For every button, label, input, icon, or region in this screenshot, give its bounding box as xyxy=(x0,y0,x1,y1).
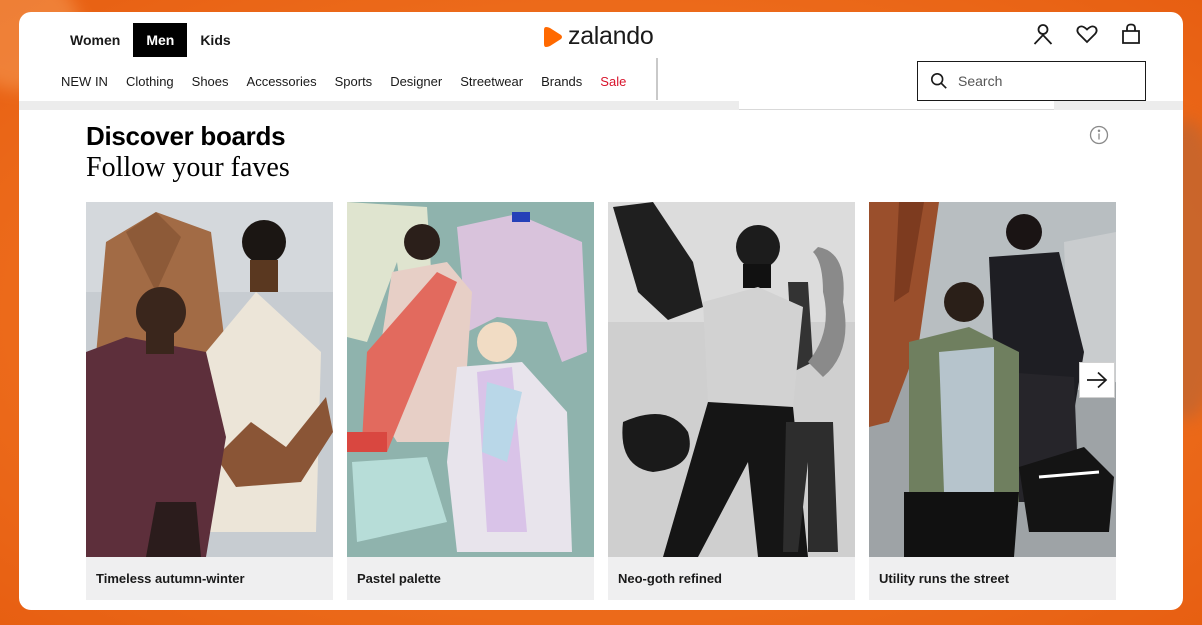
nav-brands[interactable]: Brands xyxy=(541,74,582,89)
board-card[interactable]: Utility runs the street xyxy=(869,202,1116,600)
autumn-winter-collage xyxy=(86,202,333,557)
nav-sale[interactable]: Sale xyxy=(600,74,626,89)
board-label: Utility runs the street xyxy=(879,571,1010,586)
zalando-play-logo-icon xyxy=(544,26,562,47)
search-icon xyxy=(930,72,947,89)
boards-carousel: Timeless autumn-winter Pastel palette Ne… xyxy=(86,202,1116,600)
board-label: Pastel palette xyxy=(357,571,441,586)
search-input[interactable] xyxy=(958,73,1118,89)
nav-new-in[interactable]: NEW IN xyxy=(61,74,108,89)
header-strip xyxy=(1054,101,1183,110)
info-icon[interactable] xyxy=(1089,125,1109,145)
site-header: Women Men Kids zalando NEW IN Clothing S… xyxy=(19,12,1183,110)
board-card[interactable]: Pastel palette xyxy=(347,202,594,600)
nav-sports[interactable]: Sports xyxy=(335,74,373,89)
pastel-collage xyxy=(347,202,594,557)
nav-divider xyxy=(656,58,658,100)
board-label: Neo-goth refined xyxy=(618,571,722,586)
board-card[interactable]: Neo-goth refined xyxy=(608,202,855,600)
header-strip xyxy=(19,101,739,110)
section-title: Discover boards xyxy=(86,121,286,151)
nav-shoes[interactable]: Shoes xyxy=(192,74,229,89)
zalando-logo[interactable]: zalando xyxy=(542,22,654,51)
logo-wordmark: zalando xyxy=(568,22,654,50)
heart-icon[interactable] xyxy=(1075,22,1099,46)
carousel-next-button[interactable] xyxy=(1079,362,1115,398)
section-subtitle: Follow your faves xyxy=(86,152,290,183)
arrow-right-icon xyxy=(1087,371,1108,389)
board-card[interactable]: Timeless autumn-winter xyxy=(86,202,333,600)
section-heading: Discover boards Follow your faves xyxy=(86,121,290,184)
nav-clothing[interactable]: Clothing xyxy=(126,74,174,89)
shopping-bag-icon[interactable] xyxy=(1119,22,1143,46)
tab-men[interactable]: Men xyxy=(133,23,188,57)
account-icons xyxy=(1031,22,1143,46)
nav-accessories[interactable]: Accessories xyxy=(247,74,317,89)
nav-designer[interactable]: Designer xyxy=(390,74,442,89)
tab-women[interactable]: Women xyxy=(57,23,133,57)
tab-kids[interactable]: Kids xyxy=(187,23,243,57)
browser-page: Women Men Kids zalando NEW IN Clothing S… xyxy=(19,12,1183,610)
board-label: Timeless autumn-winter xyxy=(96,571,245,586)
search-bar[interactable] xyxy=(917,61,1146,101)
monochrome-collage xyxy=(608,202,855,557)
nav-streetwear[interactable]: Streetwear xyxy=(460,74,523,89)
gender-tabs: Women Men Kids xyxy=(57,23,244,57)
user-icon[interactable] xyxy=(1031,22,1055,46)
category-nav: NEW IN Clothing Shoes Accessories Sports… xyxy=(61,74,626,89)
